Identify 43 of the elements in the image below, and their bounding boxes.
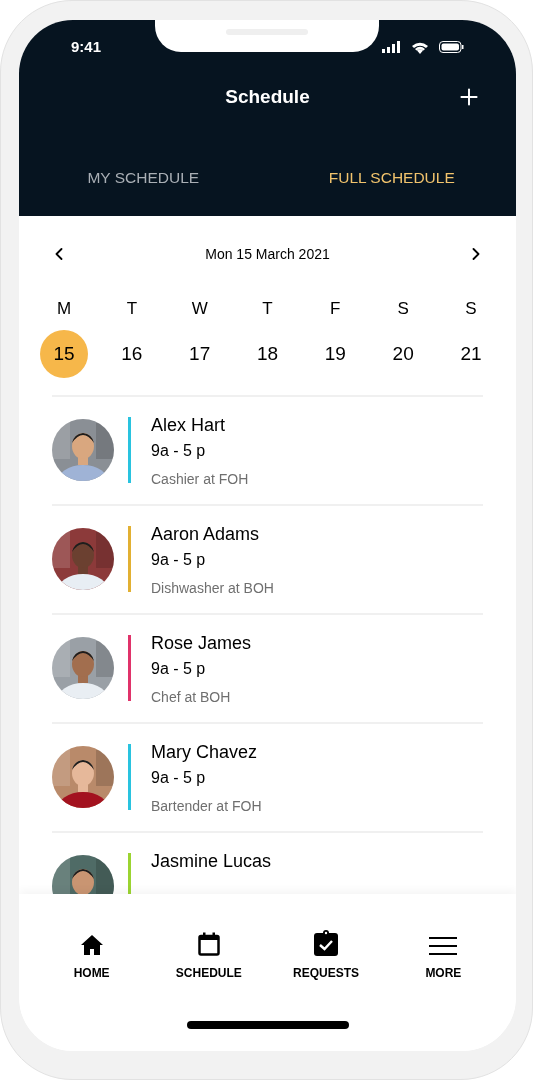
day-button[interactable]: 21 [446, 330, 495, 378]
schedule-tab[interactable]: MY SCHEDULE [19, 166, 268, 190]
menu-icon [429, 936, 458, 956]
shift-role: Bartender at FOH [151, 797, 262, 816]
shift-role: Dishwasher at BOH [151, 579, 274, 598]
day-button[interactable]: 20 [379, 330, 428, 378]
clipboard-check-icon [314, 930, 339, 956]
weekday-label: S [465, 298, 477, 320]
day-button[interactable]: 19 [311, 330, 360, 378]
signal-icon [382, 41, 401, 53]
battery-icon [439, 41, 464, 53]
calendar-icon [197, 932, 220, 956]
home-icon [79, 934, 104, 956]
day-button[interactable]: 15 [40, 330, 88, 378]
schedule-tab[interactable]: FULL SCHEDULE [267, 166, 516, 190]
employee-name: Mary Chavez [151, 741, 259, 764]
current-date: Mon 15 March 2021 [205, 244, 330, 264]
employee-name: Jasmine Lucas [151, 850, 272, 873]
weekday-label: M [56, 298, 72, 320]
nav-tab[interactable]: SCHEDULE [150, 930, 268, 982]
shift-time: 9a - 5 p [151, 768, 207, 788]
day-button[interactable]: 17 [175, 330, 224, 378]
employee-name: Aaron Adams [151, 523, 261, 546]
shift-time: 9a - 5 p [151, 441, 207, 461]
nav-tab[interactable]: HOME [33, 930, 151, 982]
day-button[interactable]: 18 [243, 330, 292, 378]
shift-time: 9a - 5 p [151, 659, 207, 679]
employee-name: Rose James [151, 632, 252, 655]
shift-role: Chef at BOH [151, 688, 232, 707]
weekday-label: S [397, 298, 409, 320]
weekday-label: F [330, 298, 341, 320]
status-time: 9:41 [71, 36, 102, 57]
day-button[interactable]: 16 [107, 330, 156, 378]
shift-role: Cashier at FOH [151, 470, 249, 489]
wifi-icon [411, 40, 429, 54]
employee-name: Alex Hart [151, 414, 227, 437]
shift-time: 9a - 5 p [151, 550, 207, 570]
nav-tab[interactable]: MORE [384, 930, 502, 982]
weekday-label: W [191, 298, 208, 320]
nav-tab[interactable]: REQUESTS [267, 930, 385, 982]
weekday-label: T [126, 298, 137, 320]
screen-title: Schedule [225, 84, 310, 109]
weekday-label: T [262, 298, 273, 320]
